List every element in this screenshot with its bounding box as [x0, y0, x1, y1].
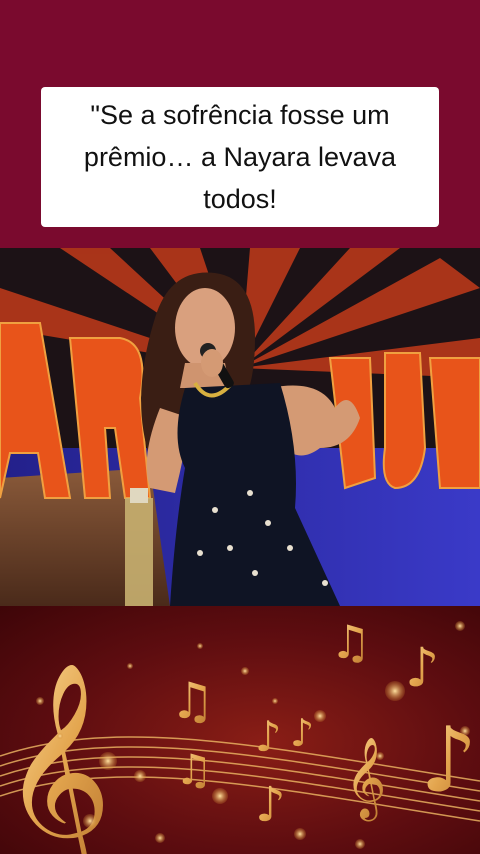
- top-banner: "Se a sofrência fosse um prêmio… a Nayar…: [0, 0, 480, 248]
- svg-text:♫: ♫: [170, 672, 215, 730]
- svg-text:♪: ♪: [420, 708, 477, 813]
- singer-photo: [0, 248, 480, 606]
- treble-clef-icon: 𝄞: [345, 736, 386, 821]
- svg-text:♪: ♪: [255, 712, 282, 761]
- music-illustration: 𝄞 𝄞 ♫ ♪ ♫ ♪ ♫ ♪ ♪ ♪: [0, 615, 480, 854]
- svg-text:♪: ♪: [290, 711, 314, 755]
- caption-text: "Se a sofrência fosse um prêmio… a Nayar…: [83, 100, 397, 214]
- svg-text:♪: ♪: [255, 777, 286, 833]
- svg-text:♪: ♪: [405, 636, 439, 699]
- svg-text:♫: ♫: [175, 745, 213, 794]
- caption-card: "Se a sofrência fosse um prêmio… a Nayar…: [41, 87, 439, 227]
- stage-illustration: [0, 248, 480, 606]
- svg-text:♫: ♫: [330, 615, 371, 669]
- music-notes-banner: 𝄞 𝄞 ♫ ♪ ♫ ♪ ♫ ♪ ♪ ♪: [0, 606, 480, 854]
